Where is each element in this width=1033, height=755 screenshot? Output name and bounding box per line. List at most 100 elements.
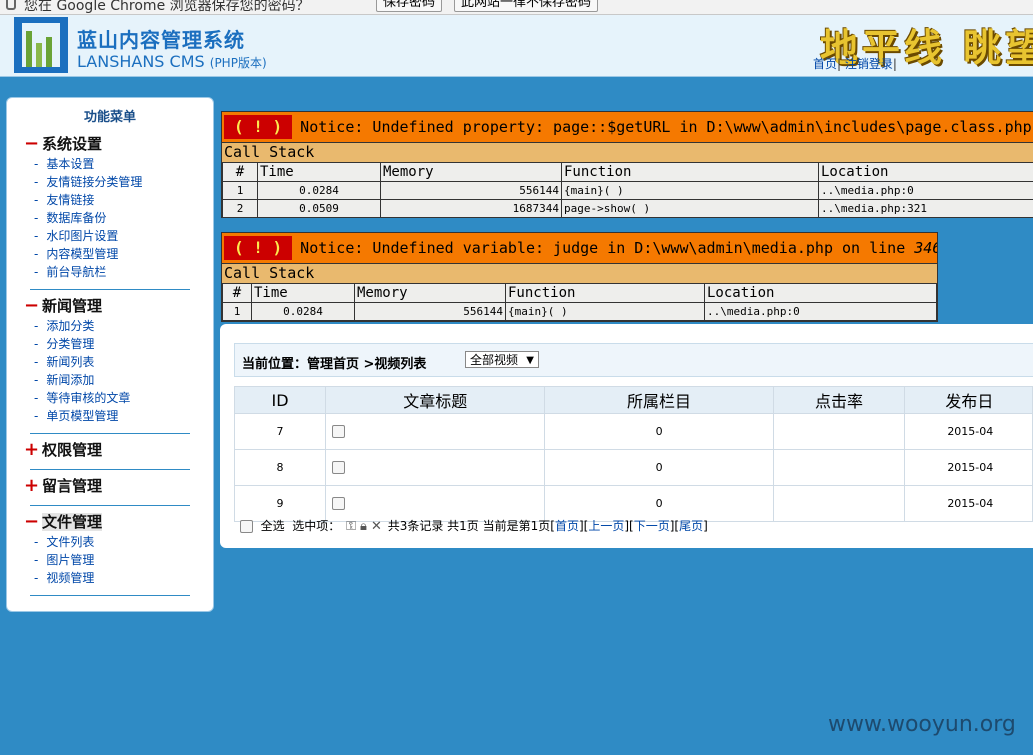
table-row: 2 0.0509 1687344 page->show( ) ..\media.… — [222, 199, 1033, 217]
cell: 556144 — [380, 181, 562, 200]
sidebar-group: − 系统设置 - 基本设置 - 友情链接分类管理 - 友情链接 - 数据库备份 - 水印图片设置 - 内容… — [24, 133, 184, 281]
sidebar-item-link[interactable]: 图片管理 — [46, 553, 94, 567]
sidebar-item-link[interactable]: 单页模型管理 — [46, 409, 118, 423]
sidebar-item-link[interactable]: 视频管理 — [46, 571, 94, 585]
table-row: 1 0.0284 556144 {main}( ) ..\media.php:0 — [222, 181, 1033, 200]
table-row: 1 0.0284 556144 {main}( ) ..\media.php:0 — [222, 302, 937, 321]
sidebar-item-link[interactable]: 水印图片设置 — [46, 229, 118, 243]
sidebar-item[interactable]: - 新闻列表 — [24, 353, 184, 371]
sidebar-item[interactable]: - 新闻添加 — [24, 371, 184, 389]
prev-page-link[interactable]: 上一页 — [588, 519, 624, 533]
row-checkbox[interactable] — [332, 497, 346, 511]
sidebar-group: − 文件管理 - 文件列表 - 图片管理 - 视频管理 — [24, 511, 184, 587]
col-header: Function — [561, 162, 819, 182]
logout-link[interactable]: 注销登录 — [845, 57, 893, 71]
sidebar-group-header[interactable]: + 留言管理 — [24, 475, 184, 497]
home-link[interactable]: 首页 — [813, 57, 837, 71]
notice-header: ( ! ) Notice: Undefined property: page::$… — [222, 112, 1033, 142]
sidebar-group: + 留言管理 — [24, 475, 184, 497]
call-stack-label: Call Stack — [222, 142, 1033, 162]
table-footer: 全选 选中项： ⚿ 🔒︎ ✕ 共3条记录 共1页 当前是第1页[首页][上一页][下… — [240, 517, 708, 534]
sidebar-group-header[interactable]: − 文件管理 — [24, 511, 184, 533]
sidebar-item[interactable]: - 基本设置 — [24, 155, 184, 173]
bullet-icon: - — [34, 265, 39, 279]
save-password-button[interactable]: 保存密码 — [376, 0, 443, 12]
sidebar-item-link[interactable]: 友情链接分类管理 — [46, 175, 142, 189]
sidebar-item-link[interactable]: 基本设置 — [46, 157, 94, 171]
sidebar-item-link[interactable]: 新闻添加 — [46, 373, 94, 387]
row-title-cell — [325, 449, 546, 486]
last-page-link[interactable]: 尾页 — [679, 519, 703, 533]
sidebar-item[interactable]: - 前台导航栏 — [24, 263, 184, 281]
sidebar-item-link[interactable]: 添加分类 — [46, 319, 94, 333]
sidebar-group-header[interactable]: + 权限管理 — [24, 439, 184, 461]
sidebar-item[interactable]: - 添加分类 — [24, 317, 184, 335]
sidebar-item-link[interactable]: 前台导航栏 — [46, 265, 106, 279]
infobar-text: 您在 Google Chrome 浏览器保存您的密码？ — [24, 0, 310, 14]
sidebar-item-link[interactable]: 文件列表 — [46, 535, 94, 549]
sidebar-group-header[interactable]: − 系统设置 — [24, 133, 184, 155]
notice-header: ( ! ) Notice: Undefined variable: judge i… — [222, 233, 937, 263]
cell: 2 — [222, 199, 258, 217]
row-id: 8 — [233, 449, 327, 486]
video-filter-select[interactable]: 全部视频 ▼ — [465, 351, 539, 368]
php-notice-1: ( ! ) Notice: Undefined property: page::$… — [221, 111, 1033, 218]
row-clicks — [772, 485, 906, 522]
row-checkbox[interactable] — [332, 461, 346, 475]
site-header: 蓝山内容管理系统 LANSHANS CMS (PHP版本) 地平线 眺望 首页|… — [0, 15, 1033, 77]
first-page-link[interactable]: 首页 — [555, 519, 579, 533]
sidebar-item-link[interactable]: 新闻列表 — [46, 355, 94, 369]
bullet-icon: - — [34, 211, 39, 225]
logo-en: LANSHANS CMS — [77, 52, 205, 71]
col-header-column: 所属栏目 — [544, 386, 774, 414]
sidebar-item[interactable]: - 文件列表 — [24, 533, 184, 551]
row-date: 2015-04 — [904, 449, 1033, 486]
cell: 1 — [222, 181, 258, 200]
sidebar-item[interactable]: - 友情链接分类管理 — [24, 173, 184, 191]
sidebar-item[interactable]: - 视频管理 — [24, 569, 184, 587]
sidebar-item[interactable]: - 分类管理 — [24, 335, 184, 353]
sidebar-item-link[interactable]: 数据库备份 — [46, 211, 106, 225]
bullet-icon: - — [34, 175, 39, 189]
row-date: 2015-04 — [904, 413, 1033, 450]
sidebar-item[interactable]: - 友情链接 — [24, 191, 184, 209]
col-header-date: 发布日 — [904, 386, 1033, 414]
sidebar-item[interactable]: - 图片管理 — [24, 551, 184, 569]
sidebar-divider — [30, 289, 190, 290]
cell: ..\media.php:0 — [818, 181, 1033, 200]
never-save-button[interactable]: 此网站一律不保存密码 — [454, 0, 599, 12]
cell: {main}( ) — [505, 302, 705, 321]
sidebar-item[interactable]: - 水印图片设置 — [24, 227, 184, 245]
sidebar-item-link[interactable]: 内容模型管理 — [46, 247, 118, 261]
row-title-cell — [325, 413, 546, 450]
key-audit-icon[interactable]: ⚿ — [346, 519, 356, 534]
sidebar-item[interactable]: - 内容模型管理 — [24, 245, 184, 263]
lock-icon[interactable]: 🔒︎ — [360, 519, 367, 534]
row-date: 2015-04 — [904, 485, 1033, 522]
cell: 1 — [222, 302, 252, 321]
sidebar-title: 功能菜单 — [83, 110, 136, 125]
collapse-icon: − — [24, 511, 40, 532]
sidebar-group-header[interactable]: − 新闻管理 — [24, 295, 184, 317]
password-infobar: 您在 Google Chrome 浏览器保存您的密码？ 保存密码 此网站一律不保… — [0, 0, 1033, 15]
sidebar-group: − 新闻管理 - 添加分类 - 分类管理 - 新闻列表 - 新闻添加 - 等待审核的文章 - 单页模型管理 — [24, 295, 184, 425]
sidebar-item-link[interactable]: 分类管理 — [46, 337, 94, 351]
call-stack-label: Call Stack — [222, 263, 937, 283]
sidebar-item-link[interactable]: 等待审核的文章 — [46, 391, 130, 405]
table-row: 8 0 2015-04 — [233, 449, 1033, 486]
sidebar-group-label: 系统设置 — [42, 135, 103, 153]
sidebar-item[interactable]: - 单页模型管理 — [24, 407, 184, 425]
row-checkbox[interactable] — [332, 425, 346, 439]
bullet-icon: - — [34, 337, 39, 351]
delete-icon[interactable]: ✕ — [371, 519, 382, 534]
sidebar-group-label: 权限管理 — [42, 441, 103, 459]
warning-icon: ( ! ) — [224, 115, 293, 139]
bullet-icon: - — [34, 391, 39, 405]
select-all-checkbox[interactable] — [240, 520, 253, 533]
next-page-link[interactable]: 下一页 — [634, 519, 670, 533]
sidebar-item-link[interactable]: 友情链接 — [46, 193, 94, 207]
sidebar-item[interactable]: - 数据库备份 — [24, 209, 184, 227]
col-header-id: ID — [233, 386, 327, 414]
bullet-icon: - — [34, 553, 39, 567]
sidebar-item[interactable]: - 等待审核的文章 — [24, 389, 184, 407]
